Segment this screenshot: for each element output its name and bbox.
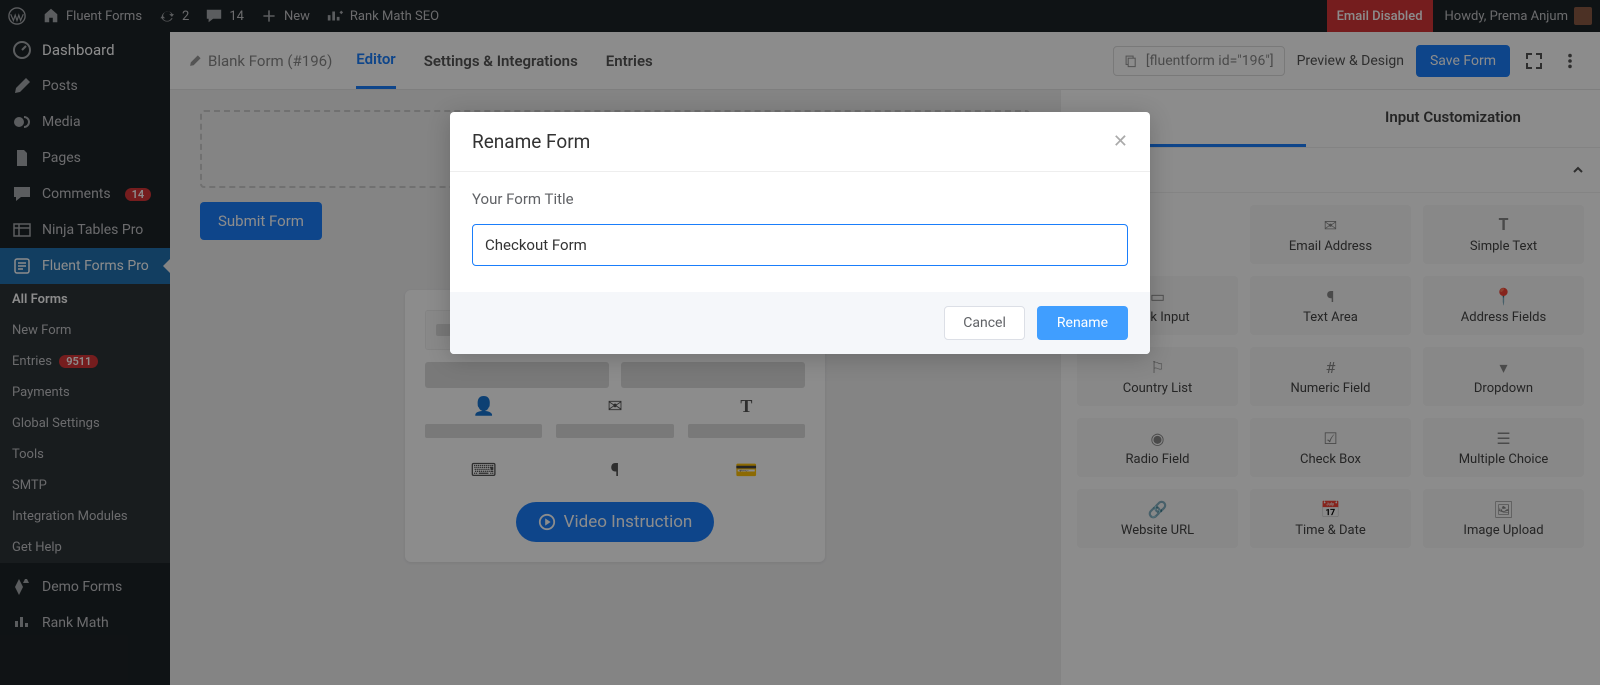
modal-title: Rename Form <box>472 130 590 153</box>
modal-label: Your Form Title <box>472 190 1128 208</box>
close-icon[interactable]: ✕ <box>1113 131 1128 152</box>
form-title-input[interactable] <box>472 224 1128 266</box>
rename-button[interactable]: Rename <box>1037 306 1128 340</box>
cancel-button[interactable]: Cancel <box>944 306 1025 340</box>
rename-modal: Rename Form ✕ Your Form Title Cancel Ren… <box>450 112 1150 354</box>
